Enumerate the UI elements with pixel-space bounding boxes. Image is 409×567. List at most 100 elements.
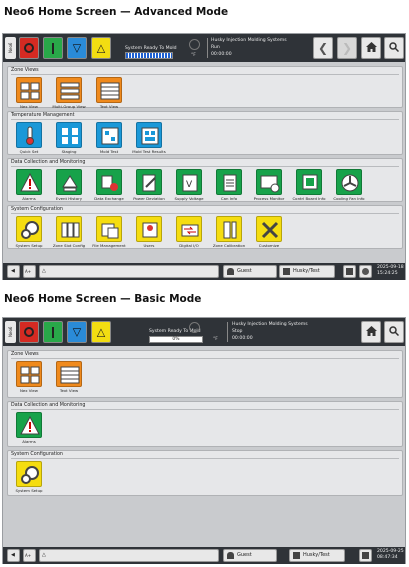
cycle-timer: 00:00:00 (211, 52, 232, 57)
heater-run-button[interactable] (43, 321, 63, 343)
brightness-button[interactable]: A+ (23, 549, 36, 562)
machine-state: Run (211, 45, 220, 50)
section-system-configuration: System Configuration System Setup Zone S… (7, 205, 403, 249)
search-button[interactable] (384, 37, 404, 59)
save-button[interactable] (343, 265, 356, 278)
standby-button[interactable]: ▽ (67, 37, 87, 59)
user-button[interactable]: Guest (223, 265, 277, 278)
multi-group-view-button[interactable]: Multi-Group View (52, 77, 86, 109)
system-setup-button[interactable]: System Setup (12, 461, 46, 493)
save-button[interactable] (359, 549, 372, 562)
text-view-button[interactable]: Text View (92, 77, 126, 109)
power-deviation-icon (142, 174, 156, 192)
exit-button[interactable]: ◀ (7, 549, 20, 562)
machine-state: Stop (232, 329, 243, 334)
clock: 2025-09-25 08:47:34 (377, 549, 404, 560)
status-bar: Neo6 ▽ △ System Ready To Mold °F Husky I… (3, 34, 405, 62)
tools-icon (261, 221, 279, 239)
machine-name: Husky Injection Molding Systems (232, 322, 308, 327)
home-button[interactable] (361, 37, 381, 59)
help-icon (362, 268, 369, 275)
help-button[interactable] (359, 265, 372, 278)
user-button[interactable]: Guest (223, 549, 277, 562)
users-icon (142, 222, 158, 238)
section-data-collection: Data Collection and Monitoring Alarms (7, 401, 403, 447)
event-history-button[interactable]: Event History (52, 169, 86, 201)
grid-view-icon (20, 82, 40, 100)
brightness-button[interactable]: A+ (23, 265, 36, 278)
mold-test-button[interactable]: Mold Test (92, 122, 126, 154)
alarm-triangle-icon (20, 416, 40, 435)
home-icon (365, 326, 377, 336)
standby-button[interactable]: ▽ (67, 321, 87, 343)
heater-stop-button[interactable] (19, 321, 39, 343)
mold-results-icon (141, 127, 159, 145)
section-temperature-management: Temperature Management Quick Set Staging… (7, 111, 403, 155)
alarm-bar[interactable]: △ (39, 265, 219, 278)
zone-slot-config-button[interactable]: Zone Slot Config (52, 216, 86, 248)
temperature-gauge-icon (189, 39, 200, 50)
grid-view-icon (20, 366, 40, 384)
save-icon (362, 552, 369, 559)
staging-icon (62, 128, 78, 144)
alarm-warning-button[interactable]: △ (91, 321, 111, 343)
heater-run-button[interactable] (43, 37, 63, 59)
alarm-triangle-icon (20, 173, 40, 192)
alarms-button[interactable]: Alarms (12, 169, 46, 201)
bottom-bar: ◀ A+ △ Guest Husky/Test 2025-09-25 08:47:… (3, 547, 405, 564)
file-icon (101, 223, 119, 239)
zone-calibration-button[interactable]: Zone Calibration (212, 216, 246, 248)
gears-icon (21, 466, 39, 484)
cycle-timer: 00:00:00 (232, 336, 253, 341)
event-history-icon (62, 175, 78, 192)
mold-test-results-button[interactable]: Mold Test Results (132, 122, 166, 154)
warning-icon: △ (42, 552, 46, 558)
control-board-info-button[interactable]: Contrl Board Info (292, 169, 326, 201)
alarm-bar[interactable]: △ (39, 549, 219, 562)
calibration-icon (223, 221, 237, 239)
back-button[interactable]: ❮ (313, 37, 333, 59)
alarm-warning-button[interactable]: △ (91, 37, 111, 59)
quick-set-button[interactable]: Quick Set (12, 122, 46, 154)
can-info-button[interactable]: Can Info (212, 169, 246, 201)
zone-slot-icon (61, 222, 80, 238)
process-monitor-button[interactable]: Process Monitor (252, 169, 286, 201)
divider (227, 322, 228, 342)
digital-io-button[interactable]: Digital I/O (172, 216, 206, 248)
forward-button[interactable]: ❯ (337, 37, 357, 59)
mold-test-icon (101, 127, 119, 145)
home-button[interactable] (361, 321, 381, 343)
mold-button[interactable]: Husky/Test (279, 265, 335, 278)
supply-voltage-button[interactable]: V Supply Voltage (172, 169, 206, 201)
cooling-fan-info-button[interactable]: Cooling Fan Info (332, 169, 366, 201)
exit-button[interactable]: ◀ (7, 265, 20, 278)
alarms-button[interactable]: Alarms (12, 412, 46, 444)
warning-icon: △ (42, 268, 46, 274)
search-icon (389, 326, 400, 337)
data-exchange-button[interactable]: Data Exchange (92, 169, 126, 201)
process-monitor-icon (260, 175, 280, 193)
power-deviation-button[interactable]: Power Deviation (132, 169, 166, 201)
brand-tab[interactable]: Neo6 (5, 321, 16, 343)
divider (207, 38, 208, 58)
text-view-button[interactable]: Text View (52, 361, 86, 393)
search-button[interactable] (384, 321, 404, 343)
clock: 2025-09-18 15:24:25 (377, 265, 404, 276)
nex-view-button[interactable]: Nex View (12, 77, 46, 109)
bottom-bar: ◀ A+ △ Guest Husky/Test 2025-09-18 15:24:… (3, 263, 405, 280)
brand-tab[interactable]: Neo6 (5, 37, 16, 59)
basic-mode-heading: Neo6 Home Screen — Basic Mode (4, 293, 202, 305)
section-title: Zone Views (11, 68, 39, 73)
heater-stop-button[interactable] (19, 37, 39, 59)
mold-button[interactable]: Husky/Test (289, 549, 345, 562)
save-icon (346, 268, 353, 275)
customize-button[interactable]: Customize (252, 216, 286, 248)
users-button[interactable]: Users (132, 216, 166, 248)
file-management-button[interactable]: File Management (92, 216, 126, 248)
section-system-configuration: System Configuration System Setup (7, 450, 403, 496)
nex-view-button[interactable]: Nex View (12, 361, 46, 393)
staging-button[interactable]: Staging (52, 122, 86, 154)
data-exchange-icon (101, 175, 118, 191)
supply-voltage-icon: V (182, 174, 198, 192)
system-setup-button[interactable]: System Setup (12, 216, 46, 248)
